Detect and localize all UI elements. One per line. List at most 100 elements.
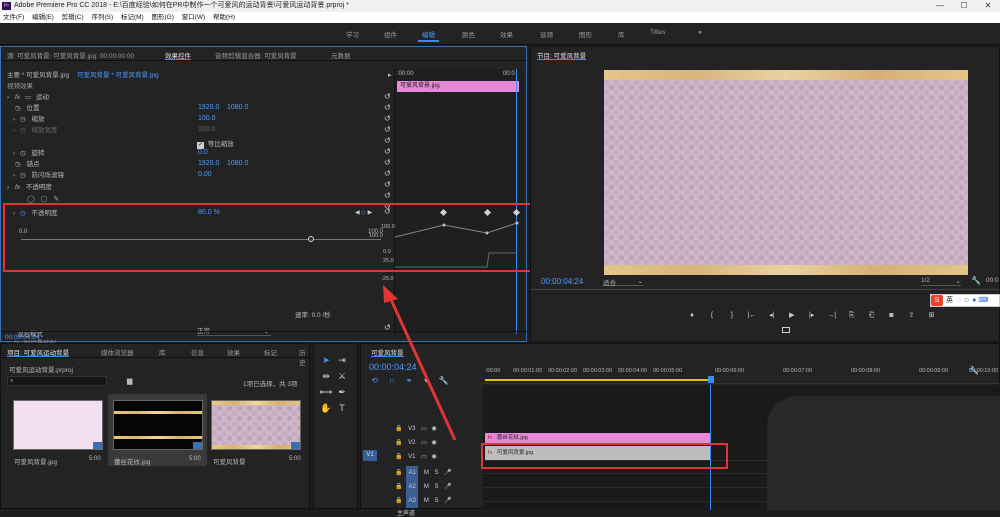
checkbox-checked-icon[interactable]: ✓ [197, 142, 204, 149]
step-forward-button[interactable]: |▸ [803, 311, 821, 319]
close-button[interactable]: ✕ [976, 0, 1000, 12]
overwrite-icon[interactable] [782, 327, 790, 333]
eye-icon[interactable]: ◉ [432, 454, 437, 460]
extract-button[interactable]: ⎗ [863, 312, 881, 320]
selection-tool-icon[interactable]: ➤ [318, 352, 334, 368]
solo-button[interactable]: S [435, 498, 439, 504]
reset-icon[interactable]: ↺ [384, 91, 394, 102]
anchor-x-value[interactable]: 1920.0 [198, 160, 219, 167]
project-search-input[interactable]: ⌕ [7, 376, 107, 386]
ime-punctuation-icon[interactable]: ◌ [957, 297, 961, 304]
menu-clip[interactable]: 剪辑(C) [59, 12, 87, 23]
mini-clip-bar[interactable]: 可爱风背景.jpg [397, 81, 519, 92]
track-select-tool-icon[interactable]: ⇥ [334, 352, 350, 368]
rotation-value[interactable]: 0.0 [198, 149, 208, 156]
project-thumbnail-3[interactable] [211, 400, 301, 450]
quality-dropdown[interactable]: 1/2 ⌄ [921, 277, 961, 286]
fit-dropdown[interactable]: 适合 ⌄ [603, 277, 643, 287]
menu-help[interactable]: 帮助(H) [210, 12, 238, 23]
expand-chevron-icon[interactable]: › [7, 184, 9, 191]
tab-project[interactable]: 项目: 可爱风运动背景 [7, 347, 70, 357]
comparison-view-button[interactable]: ⊞ [922, 311, 940, 319]
position-y-value[interactable]: 1080.0 [227, 104, 248, 111]
menu-edit[interactable]: 编辑(E) [29, 12, 57, 23]
track-label-v1[interactable]: V1 [408, 454, 415, 460]
ime-keyboard-icon[interactable]: ⌨ [978, 297, 988, 304]
mute-button[interactable]: M [424, 470, 429, 476]
ime-emoji-icon[interactable]: ☺ [963, 297, 970, 304]
hand-tool-icon[interactable]: ✋ [318, 400, 334, 416]
mic-icon[interactable]: 🎤 [444, 470, 451, 476]
reset-icon[interactable]: ↺ [384, 113, 394, 124]
project-thumbnail-2[interactable] [113, 400, 203, 450]
rectangle-mask-icon[interactable]: ▢ [41, 196, 48, 203]
reset-icon[interactable]: ↺ [384, 179, 394, 190]
expand-chevron-icon[interactable]: › [7, 94, 9, 101]
expand-chevron-icon[interactable]: › [13, 150, 15, 157]
mic-icon[interactable]: 🎤 [444, 484, 451, 490]
go-to-out-button[interactable]: →| [823, 312, 841, 319]
work-area-bar[interactable] [485, 379, 710, 381]
lock-icon[interactable]: 🔒 [395, 484, 402, 490]
ime-voice-icon[interactable]: ● [972, 297, 976, 304]
mute-button[interactable]: M [424, 484, 429, 490]
anchor-y-value[interactable]: 1080.0 [227, 160, 248, 167]
step-back-button[interactable]: ◂| [763, 311, 781, 319]
position-x-value[interactable]: 1920.0 [198, 104, 219, 111]
menu-markers[interactable]: 标记(M) [118, 12, 147, 23]
reset-icon[interactable]: ↺ [384, 146, 394, 157]
pen-tool-icon[interactable]: ✒ [334, 384, 350, 400]
tab-markers[interactable]: 标记 [264, 347, 277, 357]
sync-lock-icon[interactable]: ▭ [421, 454, 427, 460]
tab-effects[interactable]: 效果 [227, 347, 240, 357]
new-bin-icon[interactable]: ▆ [127, 377, 132, 385]
menu-file[interactable]: 文件(F) [0, 12, 27, 23]
solo-button[interactable]: S [435, 470, 439, 476]
workspace-learn[interactable]: 学习 [346, 29, 359, 39]
timeline-ruler[interactable]: :00:00 00:00:01:00 00:00:02:00 00:00:03:… [483, 364, 1000, 384]
type-tool-icon[interactable]: T [334, 400, 350, 416]
export-frame-button[interactable]: ◙ [883, 312, 901, 319]
master-clip-selector[interactable]: 主要 * 可爱风背景.jpg 可爱风背景 * 可爱风背景.jpg [7, 71, 159, 81]
reset-icon[interactable]: ↺ [384, 124, 394, 135]
ripple-edit-tool-icon[interactable]: ⇹ [318, 368, 334, 384]
play-button[interactable]: ▶ [783, 311, 801, 319]
tab-history[interactable]: 历史 [299, 347, 309, 367]
mute-button[interactable]: M [424, 498, 429, 504]
mic-icon[interactable]: 🎤 [444, 498, 451, 504]
pen-mask-icon[interactable]: ✎ [53, 196, 59, 203]
reset-icon[interactable]: ↺ [384, 102, 394, 113]
fx-icon[interactable]: fx [15, 184, 20, 191]
tab-info[interactable]: 信息 [191, 347, 204, 357]
lift-button[interactable]: ⎘ [843, 312, 861, 320]
lock-icon[interactable]: 🔒 [395, 454, 402, 460]
track-label-a3[interactable]: A3 [406, 494, 419, 508]
playhead-handle[interactable] [708, 376, 714, 383]
razor-tool-icon[interactable]: ⚔ [334, 368, 350, 384]
source-patch-v1[interactable]: V1 [363, 450, 377, 461]
active-clip-label[interactable]: 可爱风背景 * 可爱风背景.jpg [77, 72, 159, 79]
maximize-button[interactable]: ☐ [952, 0, 976, 12]
play-only-icon[interactable]: ▸ [388, 71, 392, 79]
stopwatch-icon[interactable]: ◷ [15, 105, 21, 112]
ellipse-mask-icon[interactable]: ◯ [27, 196, 35, 203]
opacity-effect-row[interactable]: › fx 不透明度 [7, 183, 52, 193]
program-timecode[interactable]: 00:00:04:24 [541, 277, 583, 286]
expand-chevron-icon[interactable]: › [13, 172, 15, 179]
workspace-audio[interactable]: 音频 [540, 29, 553, 39]
slip-tool-icon[interactable]: ⟷ [318, 384, 334, 400]
solo-button[interactable]: S [435, 484, 439, 490]
go-to-in-button[interactable]: |← [743, 312, 761, 319]
stopwatch-icon[interactable]: ◷ [15, 161, 21, 168]
wrench-icon[interactable]: 🔧 [971, 276, 981, 285]
reset-icon[interactable]: ↺ [384, 157, 394, 168]
workspace-more-icon[interactable]: » [698, 29, 702, 36]
stopwatch-icon[interactable]: ◷ [20, 150, 26, 157]
mark-in-button[interactable]: { [703, 312, 721, 319]
minimize-button[interactable]: — [928, 0, 952, 12]
reset-icon[interactable]: ↺ [384, 190, 394, 201]
track-label-a1[interactable]: A1 [406, 466, 419, 480]
workspace-assembly[interactable]: 组件 [384, 29, 397, 39]
ime-mode-label[interactable]: 英 [946, 297, 953, 304]
stopwatch-icon[interactable]: ◷ [20, 172, 26, 179]
